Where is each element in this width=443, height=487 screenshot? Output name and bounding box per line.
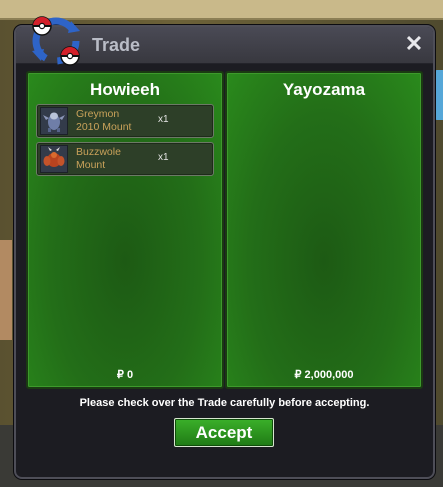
trade-logo-icon	[32, 16, 80, 66]
partner-player-name: Yayozama	[282, 80, 366, 99]
trade-warning-text: Please check over the Trade carefully be…	[79, 397, 370, 409]
background-character	[0, 240, 12, 340]
greymon-mount-icon	[40, 107, 68, 135]
partner-money-offer: ₽ 2,000,000	[294, 369, 354, 381]
window-title: Trade	[92, 35, 141, 55]
my-offer-panel: Howieeh Greymon 2010 Mount x1 Buzzwole M…	[26, 71, 224, 389]
offer-item-greymon[interactable]: Greymon 2010 Mount x1	[36, 104, 214, 138]
item-quantity: x1	[158, 152, 169, 163]
partner-offer-panel: Yayozama ₽ 2,000,000	[225, 71, 423, 389]
item-name: Buzzwole Mount	[76, 146, 121, 171]
close-button[interactable]: ✕	[403, 33, 425, 55]
trade-window: Trade ✕ Howieeh Greymon 2010 Mount x1 Bu…	[14, 16, 435, 479]
my-money-offer: ₽ 0	[116, 369, 134, 381]
item-name: Greymon 2010 Mount	[76, 108, 132, 133]
item-quantity: x1	[158, 114, 169, 125]
buzzwole-mount-icon	[40, 145, 68, 173]
my-player-name: Howieeh	[90, 80, 160, 99]
offer-item-buzzwole[interactable]: Buzzwole Mount x1	[36, 142, 214, 176]
accept-button[interactable]: Accept	[174, 418, 274, 447]
